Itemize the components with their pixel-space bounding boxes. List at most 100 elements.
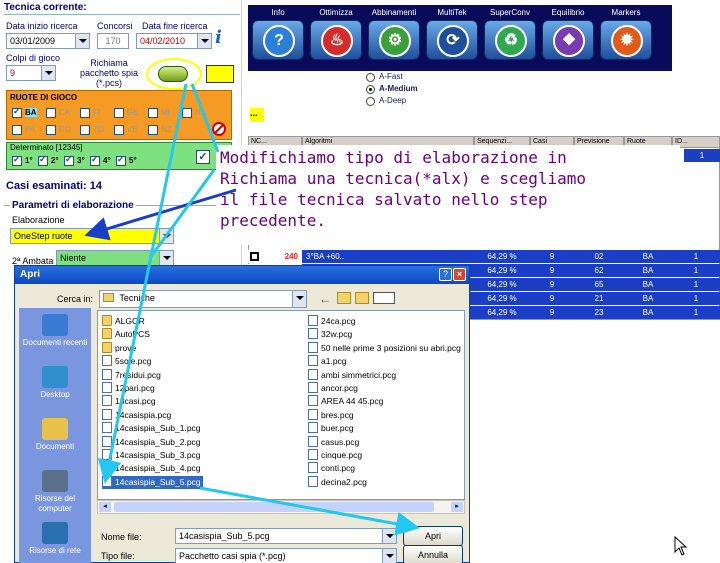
- view-menu-icon[interactable]: [373, 292, 395, 304]
- cerca-select[interactable]: Tecniche: [99, 290, 307, 308]
- scroll-right-icon[interactable]: ▸: [451, 502, 463, 512]
- nome-field[interactable]: 14casispia_Sub_5.pcg: [175, 528, 397, 544]
- concorsi-field[interactable]: 170: [97, 33, 129, 49]
- file-item[interactable]: 24ca.pcg: [308, 315, 356, 328]
- chevron-down-icon[interactable]: [159, 229, 173, 243]
- chevron-down-icon[interactable]: [41, 66, 55, 80]
- toolbar-label-info: Info: [271, 8, 285, 17]
- place-risorse-di-rete[interactable]: Risorse di rete: [19, 522, 91, 556]
- file-item[interactable]: decina2.pcg: [308, 475, 367, 489]
- file-item[interactable]: buer.pcg: [308, 422, 354, 435]
- colpi-field[interactable]: 9: [6, 65, 56, 81]
- ruota-checkbox-fi[interactable]: [80, 108, 90, 118]
- toolbar-button-superconv[interactable]: ♻: [484, 20, 536, 60]
- spia-color-box[interactable]: [206, 65, 234, 83]
- file-item[interactable]: ancor.pcg: [308, 382, 358, 395]
- file-item[interactable]: AREA 44 45.pcg: [308, 395, 383, 408]
- toolbar-button-abbinamenti[interactable]: ⚙: [368, 20, 420, 60]
- file-item[interactable]: 12pari.pcg: [102, 382, 155, 395]
- info-icon[interactable]: i: [215, 28, 229, 48]
- toolbar-button-multitek[interactable]: ⟳: [426, 20, 478, 60]
- row-select-box[interactable]: [250, 252, 259, 261]
- file-item[interactable]: 50 nelle prime 3 posizioni su abri.pcg: [308, 341, 461, 355]
- file-item[interactable]: 14casispia_Sub_1.pcg: [102, 422, 201, 435]
- grid-cell: 1: [672, 264, 720, 277]
- mode-radio[interactable]: [366, 85, 375, 94]
- ambata-select[interactable]: Niente: [56, 250, 174, 266]
- chevron-down-icon[interactable]: [292, 291, 306, 307]
- place-documenti-recenti[interactable]: Documenti recenti: [19, 314, 91, 348]
- determinato-checkbox-big[interactable]: ✓: [196, 150, 210, 164]
- file-item[interactable]: ambi simmetrici.pcg: [308, 368, 396, 382]
- toolbar-button-equilibrio[interactable]: ❖: [542, 20, 594, 60]
- data-inizio-field[interactable]: 03/01/2009: [6, 33, 90, 49]
- file-item[interactable]: ALGOR: [102, 315, 145, 328]
- determinato-checkbox[interactable]: [116, 154, 126, 166]
- ruota-checkbox-nz[interactable]: [148, 125, 158, 135]
- no-entry-icon[interactable]: [212, 122, 226, 136]
- file-item[interactable]: bres.pcg: [308, 408, 354, 422]
- ruota-checkbox-ba[interactable]: [12, 106, 22, 118]
- file-item[interactable]: prove: [102, 341, 136, 355]
- file-item[interactable]: cinque.pcg: [308, 449, 362, 462]
- ruota-checkbox-ge[interactable]: [114, 108, 124, 118]
- chevron-down-icon[interactable]: [382, 529, 396, 543]
- file-name: cinque.pcg: [321, 450, 363, 460]
- toolbar-button-ottimizza[interactable]: ♨: [310, 20, 362, 60]
- toolbar-button-markers[interactable]: ✹: [600, 20, 652, 60]
- chevron-down-icon[interactable]: [382, 549, 396, 563]
- mode-radio[interactable]: [366, 97, 375, 106]
- file-item[interactable]: 5sole.pcg: [102, 355, 151, 368]
- file-item[interactable]: 32w.pcg: [308, 328, 352, 341]
- file-item[interactable]: 13casi.pcg: [102, 395, 156, 408]
- file-item[interactable]: 14casispia.pcg: [102, 408, 171, 422]
- determinato-checkbox[interactable]: [90, 154, 100, 166]
- chevron-down-icon[interactable]: [197, 34, 211, 48]
- toolbar-button-info[interactable]: ?: [252, 20, 304, 60]
- back-icon[interactable]: ←: [319, 292, 331, 306]
- file-item[interactable]: 14casispia_Sub_5.pcg: [102, 475, 203, 489]
- place-desktop[interactable]: Desktop: [19, 366, 91, 400]
- file-item[interactable]: conti.pcg: [308, 462, 355, 475]
- ruota-checkbox-ve[interactable]: [114, 125, 124, 135]
- open-button[interactable]: Apri: [403, 526, 463, 546]
- scroll-thumb[interactable]: [114, 502, 434, 512]
- determinato-checkbox[interactable]: [64, 154, 74, 166]
- ruota-checkbox-ro[interactable]: [46, 125, 56, 135]
- place-documenti[interactable]: Documenti: [19, 418, 91, 452]
- close-icon[interactable]: ×: [453, 268, 466, 281]
- toolbar-label-superconv: SuperConv: [489, 8, 531, 17]
- determinato-checkbox[interactable]: [38, 154, 48, 166]
- data-fine-field[interactable]: 04/02/2010: [136, 33, 212, 49]
- up-folder-icon[interactable]: [337, 292, 351, 304]
- file-item[interactable]: casus.pcg: [308, 435, 359, 449]
- horizontal-scrollbar[interactable]: ◂ ▸: [97, 500, 465, 514]
- ruota-checkbox-ca[interactable]: [46, 108, 56, 118]
- determinato-checkbox[interactable]: [12, 154, 22, 166]
- file-item[interactable]: 14casispia_Sub_4.pcg: [102, 462, 201, 475]
- scroll-left-icon[interactable]: ◂: [99, 502, 111, 512]
- cancel-button[interactable]: Annulla: [403, 545, 463, 563]
- new-folder-icon[interactable]: [355, 292, 369, 304]
- tipo-select[interactable]: Pacchetto casi spia (*.pcg): [175, 548, 397, 563]
- flashlight-button[interactable]: [146, 58, 202, 90]
- file-item[interactable]: AutoPCS: [102, 328, 150, 341]
- colpi-label: Colpi di gioco: [6, 53, 61, 63]
- place-risorse-del-computer[interactable]: Risorse del computer: [19, 470, 91, 514]
- file-item[interactable]: 7residui.pcg: [102, 368, 161, 382]
- file-list[interactable]: ALGOR AutoPCS prove 5sole.pcg 7residui.pcg 12…: [97, 310, 465, 500]
- file-name: conti.pcg: [321, 463, 356, 474]
- file-item[interactable]: 14casispia_Sub_2.pcg: [102, 435, 201, 449]
- ruota-checkbox-na[interactable]: [182, 108, 192, 118]
- chevron-down-icon[interactable]: [75, 34, 89, 48]
- elaborazione-select[interactable]: OneStep ruote: [10, 228, 174, 244]
- help-icon[interactable]: ?: [439, 268, 452, 281]
- ruota-checkbox-to[interactable]: [80, 125, 90, 135]
- file-item[interactable]: a1.pcg: [308, 355, 347, 368]
- mode-radio[interactable]: [366, 73, 375, 82]
- file-item[interactable]: 14casispia_Sub_3.pcg: [102, 449, 201, 462]
- chevron-down-icon[interactable]: [159, 251, 173, 265]
- ruota-checkbox-pa[interactable]: [12, 125, 22, 135]
- ruota-checkbox-mi[interactable]: [148, 108, 158, 118]
- file-name: 14casispia_Sub_3.pcg: [115, 450, 201, 460]
